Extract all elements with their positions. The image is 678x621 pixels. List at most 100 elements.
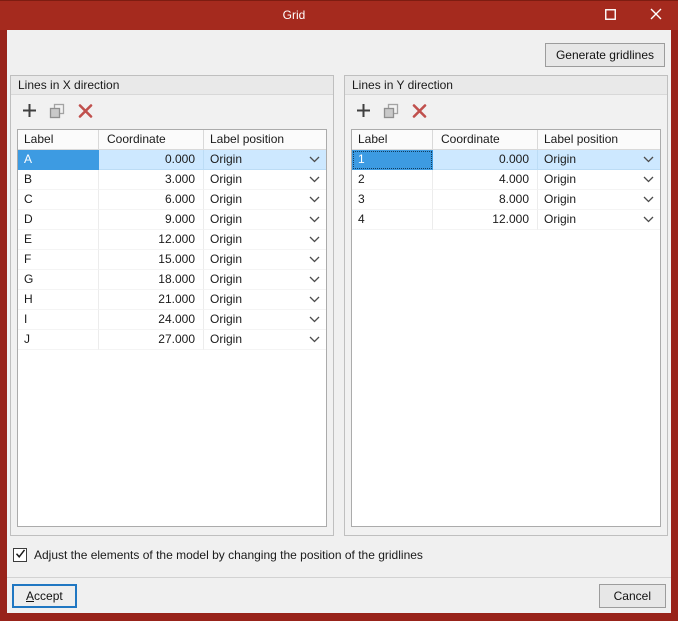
chevron-down-icon[interactable] [643,176,654,183]
label-cell[interactable]: 2 [352,170,433,190]
coordinate-cell[interactable]: 12.000 [99,230,204,250]
coordinate-cell[interactable]: 12.000 [433,210,538,230]
delete-line-button[interactable] [76,103,94,121]
table-row[interactable]: 1 0.000 Origin [352,150,660,170]
checkmark-icon [15,548,26,562]
label-position-dropdown[interactable]: Origin [538,150,660,170]
chevron-down-icon[interactable] [309,216,320,223]
label-cell[interactable]: F [18,250,99,270]
add-line-button[interactable] [354,103,372,121]
table-row[interactable]: A 0.000 Origin [18,150,326,170]
table-row[interactable]: C 6.000 Origin [18,190,326,210]
coordinate-cell[interactable]: 3.000 [99,170,204,190]
label-cell[interactable]: A [18,150,99,170]
label-cell[interactable]: 3 [352,190,433,210]
label-cell[interactable]: G [18,270,99,290]
label-position-dropdown[interactable]: Origin [204,230,326,250]
coordinate-cell[interactable]: 6.000 [99,190,204,210]
cancel-button[interactable]: Cancel [598,584,666,608]
duplicate-line-button[interactable] [382,103,400,121]
table-row[interactable]: B 3.000 Origin [18,170,326,190]
table-row[interactable]: F 15.000 Origin [18,250,326,270]
label-position-value: Origin [210,272,243,286]
label-position-dropdown[interactable]: Origin [204,150,326,170]
label-cell[interactable]: H [18,290,99,310]
table-row[interactable]: 4 12.000 Origin [352,210,660,230]
label-cell[interactable]: D [18,210,99,230]
maximize-icon [605,8,616,23]
coordinate-cell[interactable]: 21.000 [99,290,204,310]
label-position-dropdown[interactable]: Origin [204,330,326,350]
duplicate-line-button[interactable] [48,103,66,121]
add-line-button[interactable] [20,103,38,121]
label-cell[interactable]: B [18,170,99,190]
chevron-down-icon[interactable] [309,336,320,343]
adjust-checkbox[interactable] [13,548,27,562]
duplicate-icon [49,103,65,122]
gridlines-table: Label Coordinate Label position 1 0.000 Or… [351,129,661,527]
label-position-dropdown[interactable]: Origin [538,210,660,230]
coordinate-cell[interactable]: 15.000 [99,250,204,270]
table-row[interactable]: D 9.000 Origin [18,210,326,230]
coordinate-cell[interactable]: 24.000 [99,310,204,330]
label-position-dropdown[interactable]: Origin [204,250,326,270]
chevron-down-icon[interactable] [643,216,654,223]
generate-gridlines-button[interactable]: Generate gridlines [544,43,665,67]
panel-title: Lines in X direction [11,76,333,95]
label-cell[interactable]: 4 [352,210,433,230]
coordinate-cell[interactable]: 18.000 [99,270,204,290]
chevron-down-icon[interactable] [309,176,320,183]
table-row[interactable]: E 12.000 Origin [18,230,326,250]
column-header-coordinate: Coordinate [433,130,538,150]
label-cell[interactable]: C [18,190,99,210]
label-cell[interactable]: J [18,330,99,350]
chevron-down-icon[interactable] [309,236,320,243]
coordinate-cell[interactable]: 9.000 [99,210,204,230]
label-position-dropdown[interactable]: Origin [204,290,326,310]
titlebar[interactable]: Grid [0,0,678,30]
label-position-dropdown[interactable]: Origin [538,170,660,190]
chevron-down-icon[interactable] [309,276,320,283]
duplicate-icon [383,103,399,122]
delete-icon [412,103,427,121]
coordinate-cell[interactable]: 4.000 [433,170,538,190]
table-row[interactable]: G 18.000 Origin [18,270,326,290]
add-icon [356,103,371,121]
coordinate-cell[interactable]: 0.000 [433,150,538,170]
table-row[interactable]: J 27.000 Origin [18,330,326,350]
table-header-row: Label Coordinate Label position [18,130,326,150]
label-position-value: Origin [210,292,243,306]
label-position-dropdown[interactable]: Origin [204,190,326,210]
label-position-dropdown[interactable]: Origin [538,190,660,210]
coordinate-cell[interactable]: 0.000 [99,150,204,170]
label-position-dropdown[interactable]: Origin [204,310,326,330]
label-cell[interactable]: E [18,230,99,250]
column-header-label: Label [18,130,99,150]
close-button[interactable] [633,1,678,30]
direction-panel: Lines in X direction Label Coordinate La… [10,75,334,536]
coordinate-cell[interactable]: 27.000 [99,330,204,350]
label-cell[interactable]: 1 [352,150,433,170]
label-position-dropdown[interactable]: Origin [204,170,326,190]
chevron-down-icon[interactable] [309,156,320,163]
table-row[interactable]: 3 8.000 Origin [352,190,660,210]
chevron-down-icon[interactable] [309,316,320,323]
maximize-button[interactable] [588,1,633,30]
chevron-down-icon[interactable] [643,196,654,203]
table-row[interactable]: I 24.000 Origin [18,310,326,330]
label-cell[interactable]: I [18,310,99,330]
accept-button[interactable]: Accept [12,584,77,608]
chevron-down-icon[interactable] [643,156,654,163]
delete-line-button[interactable] [410,103,428,121]
table-row[interactable]: H 21.000 Origin [18,290,326,310]
chevron-down-icon[interactable] [309,256,320,263]
table-row[interactable]: 2 4.000 Origin [352,170,660,190]
coordinate-cell[interactable]: 8.000 [433,190,538,210]
chevron-down-icon[interactable] [309,296,320,303]
chevron-down-icon[interactable] [309,196,320,203]
label-position-value: Origin [210,232,243,246]
column-header-label-position: Label position [538,130,660,150]
label-position-dropdown[interactable]: Origin [204,270,326,290]
label-position-value: Origin [210,172,243,186]
label-position-dropdown[interactable]: Origin [204,210,326,230]
